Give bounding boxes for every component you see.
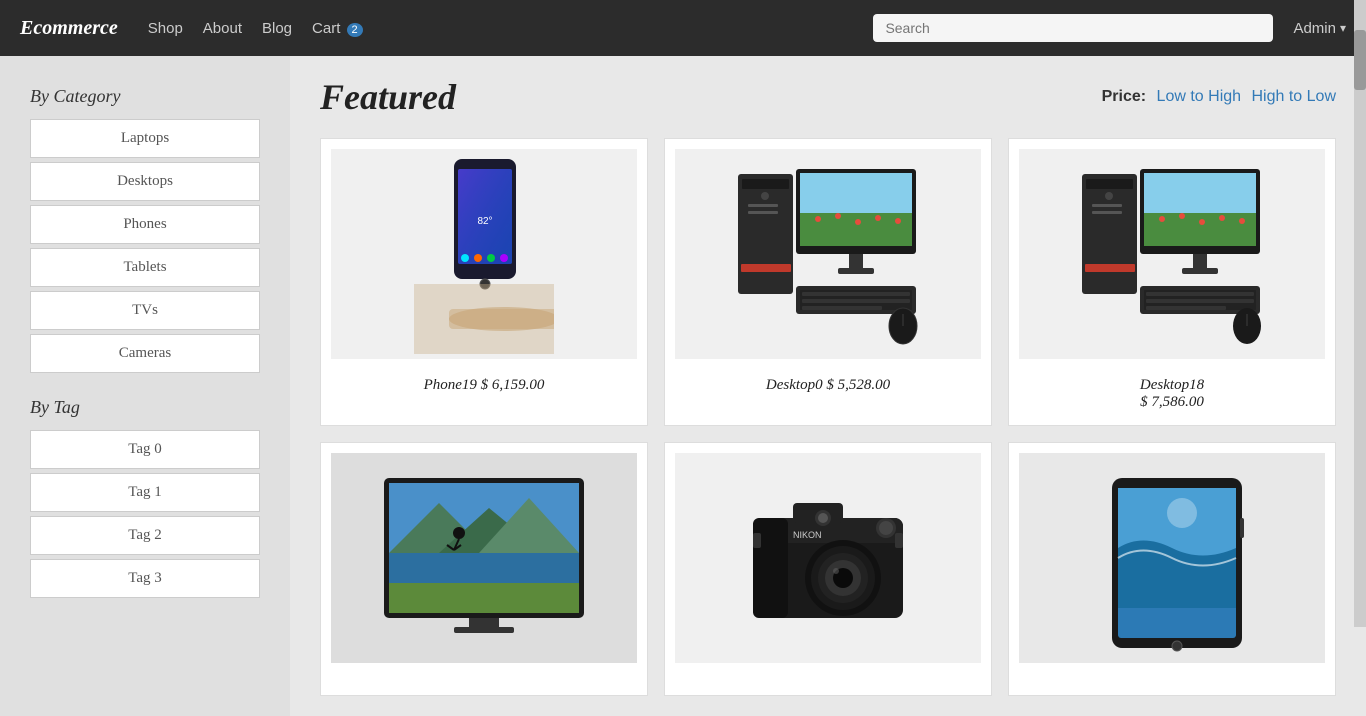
product-name-desktop0: Desktop0 $ 5,528.00 <box>766 369 890 398</box>
product-image-camera: NIKON <box>675 453 981 663</box>
tag-list: Tag 0 Tag 1 Tag 2 Tag 3 <box>30 430 260 598</box>
svg-text:NIKON: NIKON <box>793 530 822 540</box>
category-cameras[interactable]: Cameras <box>30 334 260 373</box>
brand-logo[interactable]: Ecommerce <box>20 17 118 40</box>
product-image-desktop0 <box>675 149 981 359</box>
tag-section-title: By Tag <box>30 397 260 418</box>
tag-3[interactable]: Tag 3 <box>30 559 260 598</box>
category-desktops[interactable]: Desktops <box>30 162 260 201</box>
category-list: Laptops Desktops Phones Tablets TVs Came… <box>30 119 260 373</box>
category-tvs[interactable]: TVs <box>30 291 260 330</box>
scrollbar-thumb[interactable] <box>1354 30 1366 90</box>
category-phones[interactable]: Phones <box>30 205 260 244</box>
price-low-high[interactable]: Low to High <box>1157 88 1242 105</box>
search-container <box>873 14 1273 42</box>
category-tablets[interactable]: Tablets <box>30 248 260 287</box>
product-image-tablet <box>1019 453 1325 663</box>
price-label: Price: <box>1102 88 1146 105</box>
sidebar: By Category Laptops Desktops Phones Tabl… <box>0 56 290 716</box>
content-header: Featured Price: Low to High High to Low <box>320 76 1336 118</box>
price-filter: Price: Low to High High to Low <box>1102 88 1336 106</box>
product-image-phone19: 82° <box>331 149 637 359</box>
price-high-low[interactable]: High to Low <box>1252 88 1337 105</box>
search-input[interactable] <box>873 14 1273 42</box>
nav-shop[interactable]: Shop <box>148 20 183 37</box>
admin-dropdown[interactable]: Admin <box>1293 20 1346 37</box>
tag-1[interactable]: Tag 1 <box>30 473 260 512</box>
product-grid: 82° <box>320 138 1336 696</box>
cart-badge: 2 <box>347 23 363 37</box>
category-laptops[interactable]: Laptops <box>30 119 260 158</box>
nav-blog[interactable]: Blog <box>262 20 292 37</box>
product-card-phone19[interactable]: 82° <box>320 138 648 426</box>
category-section-title: By Category <box>30 86 260 107</box>
product-card-desktop18[interactable]: Desktop18 $ 7,586.00 <box>1008 138 1336 426</box>
tag-0[interactable]: Tag 0 <box>30 430 260 469</box>
product-image-desktop18 <box>1019 149 1325 359</box>
product-card-desktop0[interactable]: Desktop0 $ 5,528.00 <box>664 138 992 426</box>
nav-cart[interactable]: Cart 2 <box>312 20 363 37</box>
nav-about[interactable]: About <box>203 20 242 37</box>
navbar: Ecommerce Shop About Blog Cart 2 Admin <box>0 0 1366 56</box>
product-image-tv <box>331 453 637 663</box>
main-content: Featured Price: Low to High High to Low <box>290 56 1366 716</box>
product-card-camera[interactable]: NIKON <box>664 442 992 696</box>
product-name-desktop18: Desktop18 $ 7,586.00 <box>1140 369 1204 415</box>
main-layout: By Category Laptops Desktops Phones Tabl… <box>0 56 1366 716</box>
tag-2[interactable]: Tag 2 <box>30 516 260 555</box>
featured-title: Featured <box>320 76 456 118</box>
product-card-tablet[interactable] <box>1008 442 1336 696</box>
scrollbar[interactable] <box>1354 0 1366 627</box>
product-card-tv[interactable] <box>320 442 648 696</box>
svg-text:82°: 82° <box>477 216 492 227</box>
product-name-phone19: Phone19 $ 6,159.00 <box>424 369 545 398</box>
